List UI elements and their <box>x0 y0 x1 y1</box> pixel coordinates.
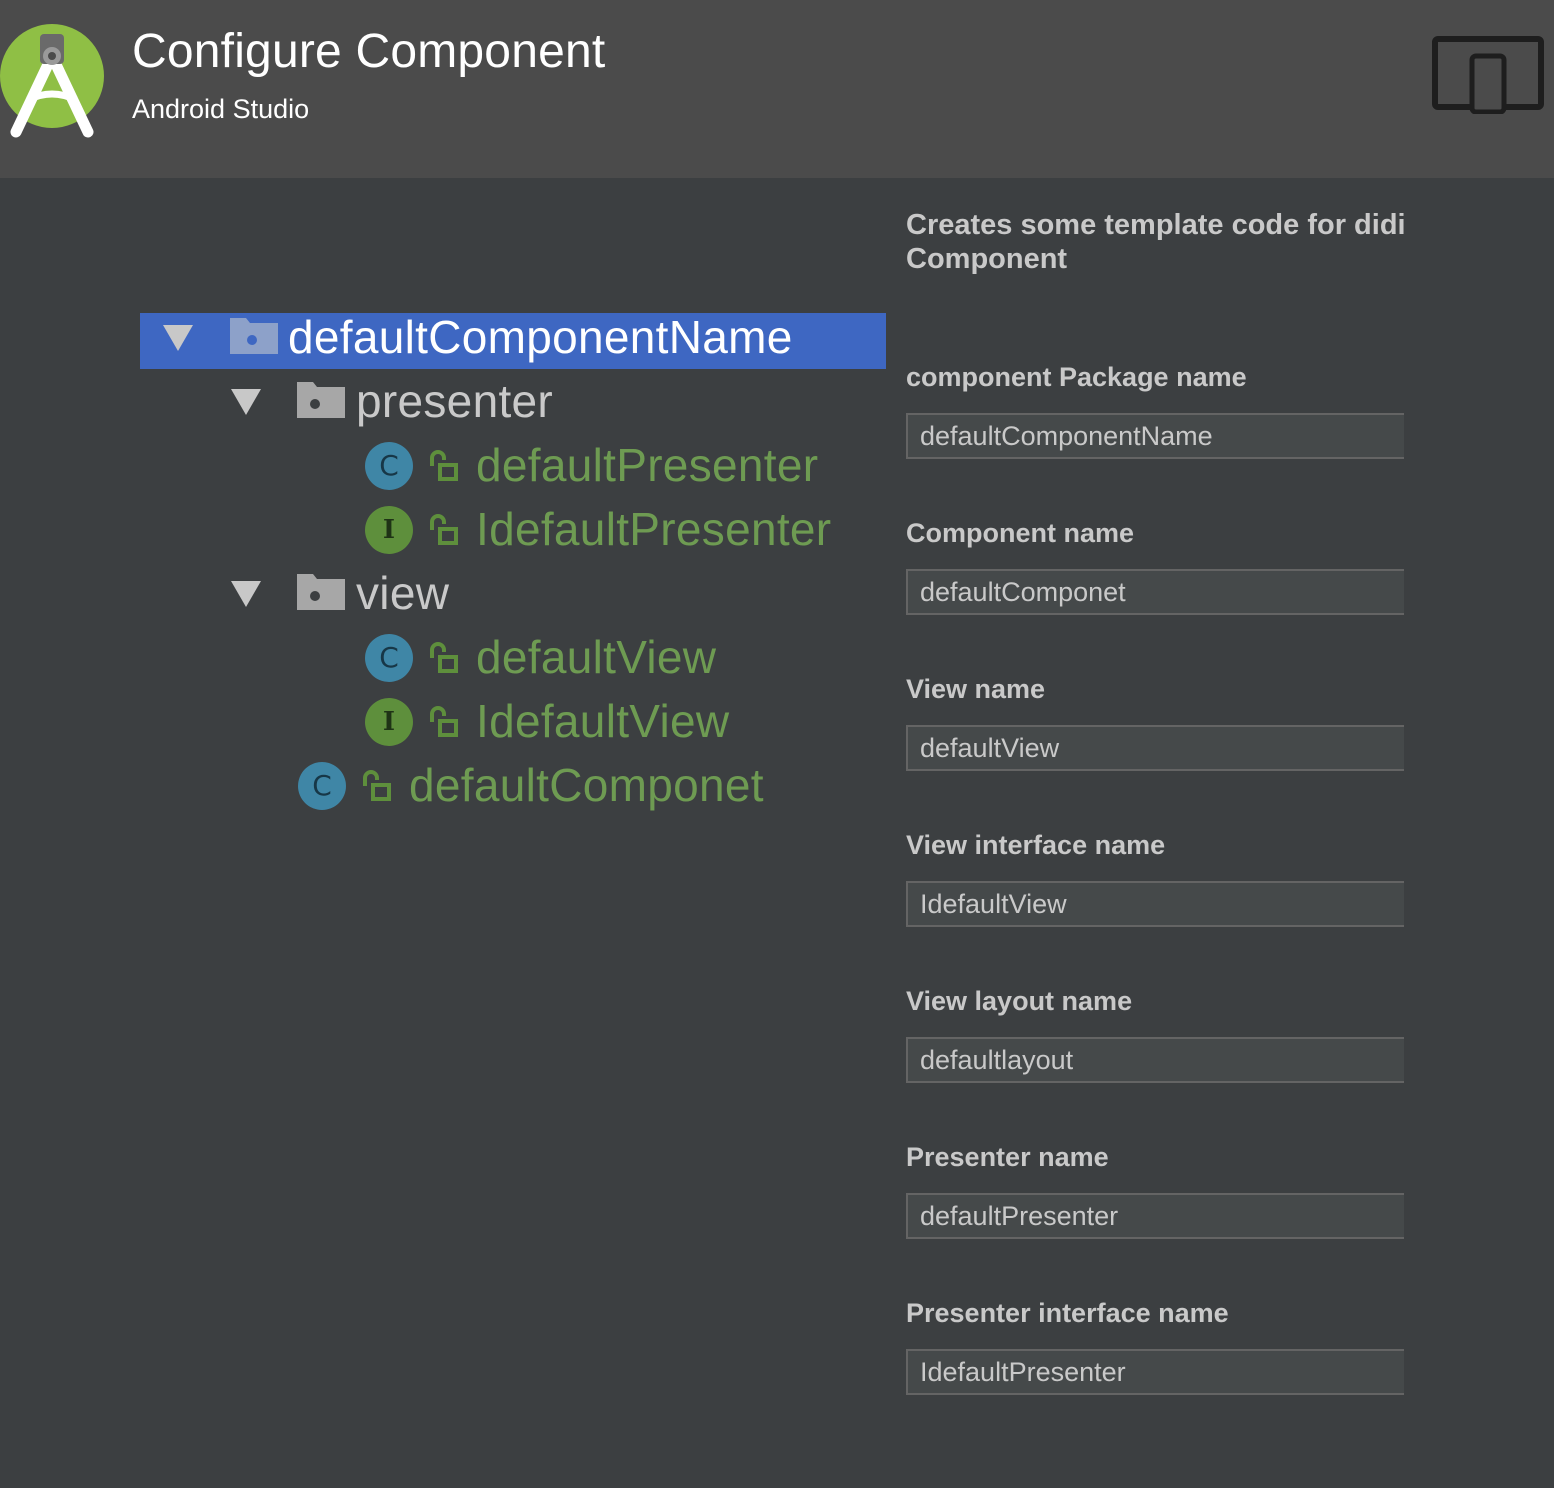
presenter-interface-name-label: Presenter interface name <box>906 1298 1229 1328</box>
android-studio-logo-icon <box>0 24 104 138</box>
package-folder-icon <box>230 318 278 354</box>
class-icon: C <box>298 762 346 810</box>
expand-arrow-icon[interactable] <box>231 389 261 415</box>
component-name-label: Component name <box>906 518 1135 548</box>
tablet-phone-icon <box>1432 36 1544 114</box>
tree-label-presenter-folder[interactable]: presenter <box>356 373 553 429</box>
view-name-label: View name <box>906 674 1046 704</box>
package-name-label: component Package name <box>906 362 1247 392</box>
package-folder-icon <box>297 382 345 418</box>
tree-label-view-interface[interactable]: IdefaultView <box>476 693 729 749</box>
view-interface-name-label: View interface name <box>906 830 1166 860</box>
interface-icon: I <box>365 506 413 554</box>
presenter-name-input[interactable] <box>906 1193 1404 1239</box>
tree-label-view-folder[interactable]: view <box>356 565 449 621</box>
unlocked-icon <box>430 642 458 673</box>
package-name-input[interactable] <box>906 413 1404 459</box>
page-title: Configure Component <box>132 25 606 78</box>
class-icon: C <box>365 442 413 490</box>
wizard-header: Configure Component Android Studio <box>0 0 1554 178</box>
interface-icon: I <box>365 698 413 746</box>
view-layout-name-input[interactable] <box>906 1037 1404 1083</box>
class-icon: C <box>365 634 413 682</box>
unlocked-icon <box>430 450 458 481</box>
page-subtitle: Android Studio <box>132 94 310 124</box>
component-name-input[interactable] <box>906 569 1404 615</box>
unlocked-icon <box>430 706 458 737</box>
view-interface-name-input[interactable] <box>906 881 1404 927</box>
expand-arrow-icon[interactable] <box>163 325 193 351</box>
tree-label-presenter-class[interactable]: defaultPresenter <box>476 437 818 493</box>
presenter-name-label: Presenter name <box>906 1142 1109 1172</box>
tree-label-root: defaultComponentName <box>288 311 793 363</box>
unlocked-icon <box>430 514 458 545</box>
unlocked-icon <box>363 770 391 801</box>
tree-label-view-class[interactable]: defaultView <box>476 629 716 685</box>
package-folder-icon <box>297 574 345 610</box>
presenter-interface-name-input[interactable] <box>906 1349 1404 1395</box>
wizard-description: Creates some template code for didi Comp… <box>906 209 1406 275</box>
expand-arrow-icon[interactable] <box>231 581 261 607</box>
tree-label-component-class[interactable]: defaultComponet <box>409 757 764 813</box>
wizard-body <box>0 178 1554 1488</box>
view-layout-name-label: View layout name <box>906 986 1133 1016</box>
tree-label-presenter-interface[interactable]: IdefaultPresenter <box>476 501 831 557</box>
view-name-input[interactable] <box>906 725 1404 771</box>
